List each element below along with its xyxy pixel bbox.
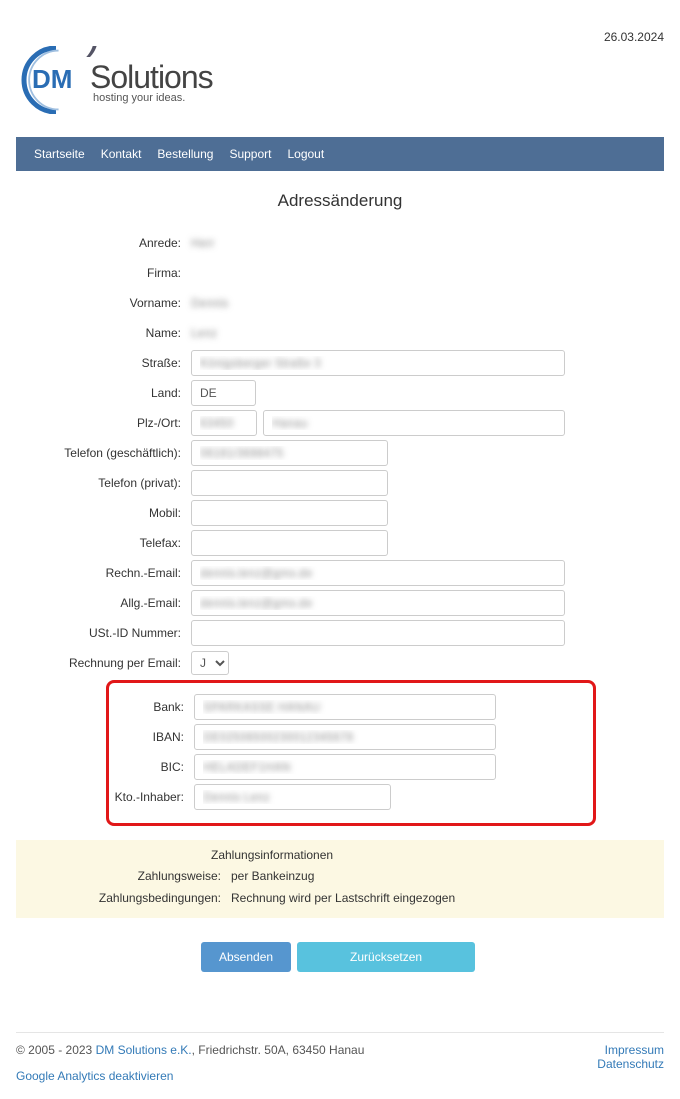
rechn-email-input[interactable] xyxy=(191,560,565,586)
nav-support[interactable]: Support xyxy=(221,143,279,165)
telefax-input[interactable] xyxy=(191,530,388,556)
zahlungsweise-label: Zahlungsweise: xyxy=(26,869,231,883)
footer: © 2005 - 2023 DM Solutions e.K., Friedri… xyxy=(16,1043,664,1083)
zahlungsbedingungen-label: Zahlungsbedingungen: xyxy=(26,891,231,905)
vorname-label: Vorname: xyxy=(16,296,191,310)
land-label: Land: xyxy=(16,386,191,400)
impressum-link[interactable]: Impressum xyxy=(605,1043,664,1057)
bic-input[interactable] xyxy=(194,754,496,780)
bic-label: BIC: xyxy=(109,760,194,774)
bank-details-highlight: Bank: IBAN: BIC: Kto.-Inhaber: xyxy=(106,680,596,826)
iban-input[interactable] xyxy=(194,724,496,750)
submit-button[interactable]: Absenden xyxy=(201,942,291,972)
page-title: Adressänderung xyxy=(16,191,664,211)
bank-input[interactable] xyxy=(194,694,496,720)
anrede-value: Herr xyxy=(191,232,214,254)
rechnung-email-label: Rechnung per Email: xyxy=(16,656,191,670)
telefax-label: Telefax: xyxy=(16,536,191,550)
tel-geschaeft-input[interactable] xyxy=(191,440,388,466)
nav-bestellung[interactable]: Bestellung xyxy=(149,143,221,165)
footer-company-link[interactable]: DM Solutions e.K. xyxy=(96,1043,192,1057)
payment-info-title: Zahlungsinformationen xyxy=(26,848,654,862)
ust-id-label: USt.-ID Nummer: xyxy=(16,626,191,640)
allg-email-label: Allg.-Email: xyxy=(16,596,191,610)
tel-geschaeft-label: Telefon (geschäftlich): xyxy=(16,446,191,460)
logo[interactable]: DM ) Solutions hosting your ideas. xyxy=(16,46,236,114)
reset-button[interactable]: Zurücksetzen xyxy=(297,942,475,972)
kto-inhaber-label: Kto.-Inhaber: xyxy=(109,790,194,804)
svg-text:hosting your ideas.: hosting your ideas. xyxy=(93,92,185,104)
form-buttons: Absenden Zurücksetzen xyxy=(16,942,664,972)
analytics-optout-link[interactable]: Google Analytics deaktivieren xyxy=(16,1069,173,1083)
copyright-text: © 2005 - 2023 xyxy=(16,1043,96,1057)
nav-kontakt[interactable]: Kontakt xyxy=(93,143,150,165)
kto-inhaber-input[interactable] xyxy=(194,784,391,810)
main-nav: Startseite Kontakt Bestellung Support Lo… xyxy=(16,137,664,171)
allg-email-input[interactable] xyxy=(191,590,565,616)
payment-info-box: Zahlungsinformationen Zahlungsweise:per … xyxy=(16,840,664,918)
address-form: Anrede:Herr Firma: Vorname:Dennis Name:L… xyxy=(16,229,664,972)
bank-label: Bank: xyxy=(109,700,194,714)
plz-ort-label: Plz-/Ort: xyxy=(16,416,191,430)
anrede-label: Anrede: xyxy=(16,236,191,250)
vorname-value: Dennis xyxy=(191,292,228,314)
tel-privat-label: Telefon (privat): xyxy=(16,476,191,490)
name-value: Lenz xyxy=(191,322,217,344)
header-date: 26.03.2024 xyxy=(604,30,664,44)
rechnung-email-select[interactable]: J xyxy=(191,651,229,675)
dm-solutions-logo-icon: DM ) Solutions hosting your ideas. xyxy=(16,46,236,114)
iban-label: IBAN: xyxy=(109,730,194,744)
mobil-label: Mobil: xyxy=(16,506,191,520)
ort-input[interactable] xyxy=(263,410,565,436)
name-label: Name: xyxy=(16,326,191,340)
svg-text:Solutions: Solutions xyxy=(90,59,213,95)
zahlungsbedingungen-value: Rechnung wird per Lastschrift eingezogen xyxy=(231,891,455,905)
strasse-label: Straße: xyxy=(16,356,191,370)
svg-text:): ) xyxy=(86,46,101,58)
land-input[interactable] xyxy=(191,380,256,406)
mobil-input[interactable] xyxy=(191,500,388,526)
plz-input[interactable] xyxy=(191,410,257,436)
ust-id-input[interactable] xyxy=(191,620,565,646)
nav-logout[interactable]: Logout xyxy=(279,143,332,165)
nav-startseite[interactable]: Startseite xyxy=(26,143,93,165)
tel-privat-input[interactable] xyxy=(191,470,388,496)
svg-text:DM: DM xyxy=(32,64,72,94)
footer-divider xyxy=(16,1032,664,1033)
datenschutz-link[interactable]: Datenschutz xyxy=(597,1057,664,1071)
firma-label: Firma: xyxy=(16,266,191,280)
strasse-input[interactable] xyxy=(191,350,565,376)
rechn-email-label: Rechn.-Email: xyxy=(16,566,191,580)
footer-address: , Friedrichstr. 50A, 63450 Hanau xyxy=(192,1043,365,1057)
zahlungsweise-value: per Bankeinzug xyxy=(231,869,314,883)
header: 26.03.2024 DM ) Solutions hosting your i… xyxy=(16,16,664,117)
